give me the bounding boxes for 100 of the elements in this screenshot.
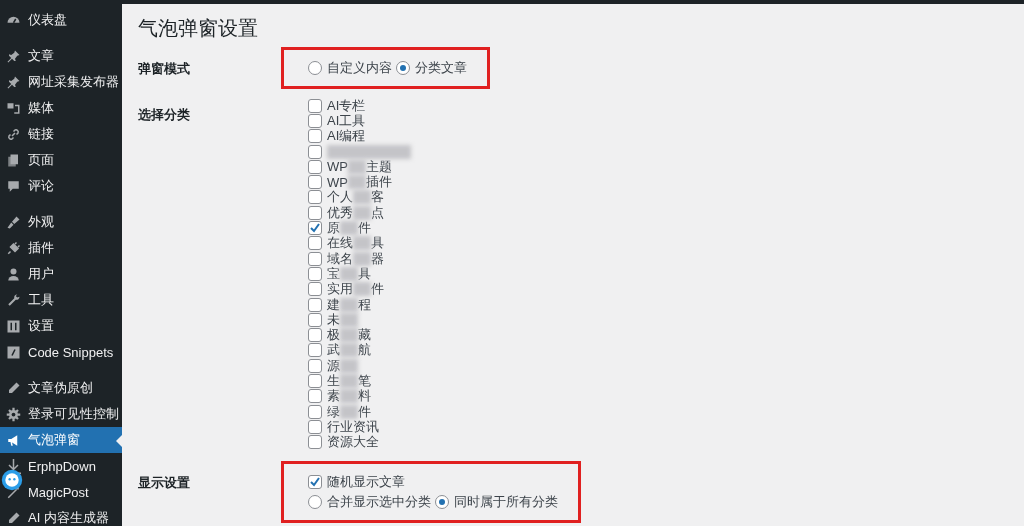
field-label: 弹窗模式 [138, 60, 191, 78]
category-label: 点 [371, 203, 384, 222]
checkbox[interactable] [308, 419, 322, 434]
checkbox[interactable] [308, 297, 322, 312]
checkbox[interactable] [308, 190, 322, 205]
checkbox[interactable] [308, 221, 322, 235]
radio-button[interactable] [308, 494, 322, 509]
category-label: 件 [358, 402, 371, 420]
download-icon [6, 458, 21, 474]
category-label: 源 [327, 356, 340, 374]
media-icon [6, 100, 21, 116]
checkbox[interactable] [308, 358, 322, 373]
checkbox[interactable] [308, 389, 322, 404]
sidebar-item[interactable]: AI 内容生成器 [0, 505, 122, 526]
checkbox[interactable] [308, 205, 322, 220]
wrench-icon [6, 292, 21, 308]
category-label: 未 [327, 311, 340, 328]
category-label: 藏 [358, 326, 371, 343]
checkbox[interactable] [308, 113, 322, 128]
pin-icon [6, 74, 21, 90]
radio-button[interactable] [396, 61, 410, 75]
field-label: 选择分类 [138, 106, 191, 124]
category-label: 实用 [327, 280, 353, 298]
radio-label: 分类文章 [415, 59, 467, 77]
checkbox[interactable] [308, 129, 322, 144]
page-title: 气泡弹窗设置 [138, 16, 259, 41]
radio-button[interactable] [435, 494, 449, 509]
checkbox[interactable] [308, 98, 322, 113]
category-label: 客 [371, 188, 384, 206]
radio-label: 自定义内容 [327, 59, 392, 77]
sliders-icon [6, 318, 21, 334]
category-label: 具 [358, 264, 371, 283]
pages-icon [6, 152, 21, 168]
sidebar-item[interactable]: 页面 [0, 147, 122, 173]
checkbox[interactable] [308, 404, 322, 419]
sidebar-item[interactable]: Code Snippets [0, 339, 122, 365]
checkbox[interactable] [308, 159, 322, 174]
category-label: 器 [371, 249, 384, 268]
chatbot-overlay[interactable] [1, 469, 23, 491]
user-icon [6, 266, 21, 282]
checkbox[interactable] [308, 175, 322, 190]
link-icon [6, 126, 21, 142]
sidebar-item[interactable]: MagicPost [0, 479, 122, 505]
category-label: 域名 [327, 249, 353, 267]
category-label: 生 [327, 372, 340, 389]
sidebar-item[interactable]: 登录可见性控制 [0, 401, 122, 427]
radio-label: 合并显示选中分类 [327, 492, 431, 511]
category-label: 主题 [365, 157, 392, 175]
code-icon [6, 344, 21, 360]
comment-icon [6, 178, 21, 194]
checkbox[interactable] [308, 144, 322, 159]
sidebar-item[interactable]: 外观 [0, 209, 122, 235]
checkbox[interactable] [308, 374, 322, 388]
checkbox[interactable] [308, 251, 322, 266]
checkbox[interactable] [308, 266, 322, 281]
sidebar-item[interactable]: 媒体 [0, 95, 122, 121]
category-label: 武 [327, 341, 340, 359]
checkbox-label: 随机显示文章 [327, 472, 405, 491]
category-label: 航 [358, 341, 371, 360]
sidebar-item[interactable]: 插件 [0, 235, 122, 261]
category-label: AI编程 [327, 127, 366, 146]
checkbox[interactable] [308, 343, 322, 358]
category-label: 原 [327, 219, 340, 236]
checkbox[interactable] [308, 328, 322, 343]
sidebar-item[interactable]: 用户 [0, 261, 122, 287]
category-label: 极 [327, 326, 340, 343]
sidebar-item[interactable]: 链接 [0, 121, 122, 147]
checkbox[interactable] [308, 282, 322, 297]
sidebar-item[interactable]: ErphpDown [0, 453, 122, 479]
sidebar-item[interactable]: 评论 [0, 173, 122, 199]
category-label: 个人 [327, 188, 353, 206]
radio-button[interactable] [308, 61, 322, 75]
plug-icon [6, 240, 21, 256]
sidebar-item[interactable]: 文章 [0, 43, 122, 69]
category-label: 资源大全 [327, 433, 379, 452]
brush-icon [6, 214, 21, 230]
sidebar-item[interactable]: 网址采集发布器 [0, 69, 122, 95]
checkbox[interactable] [308, 435, 322, 450]
category-label: WP [327, 159, 348, 175]
category-label: 插件 [365, 173, 392, 190]
pin-icon [6, 48, 21, 64]
category-label: 件 [371, 280, 384, 299]
gear-icon [6, 406, 21, 422]
checkbox[interactable] [308, 236, 322, 251]
pencil-icon [6, 380, 21, 396]
sidebar-item[interactable]: 工具 [0, 287, 122, 313]
category-label: WP [327, 174, 348, 190]
category-label: 料 [358, 387, 371, 405]
sidebar-item[interactable]: 文章伪原创 [0, 375, 122, 401]
sidebar-item[interactable]: 设置 [0, 313, 122, 339]
sidebar-item[interactable]: 仪表盘 [0, 7, 122, 33]
checkbox[interactable] [308, 474, 322, 489]
category-label: 件 [358, 219, 371, 238]
checkbox[interactable] [308, 312, 322, 327]
category-label: AI工具 [327, 112, 366, 129]
category-label: 在线 [327, 234, 353, 252]
sidebar-item[interactable]: 气泡弹窗 [0, 427, 122, 453]
category-label: 程 [358, 295, 371, 314]
category-label: 宝 [327, 265, 340, 282]
category-label: AI专栏 [327, 96, 366, 114]
